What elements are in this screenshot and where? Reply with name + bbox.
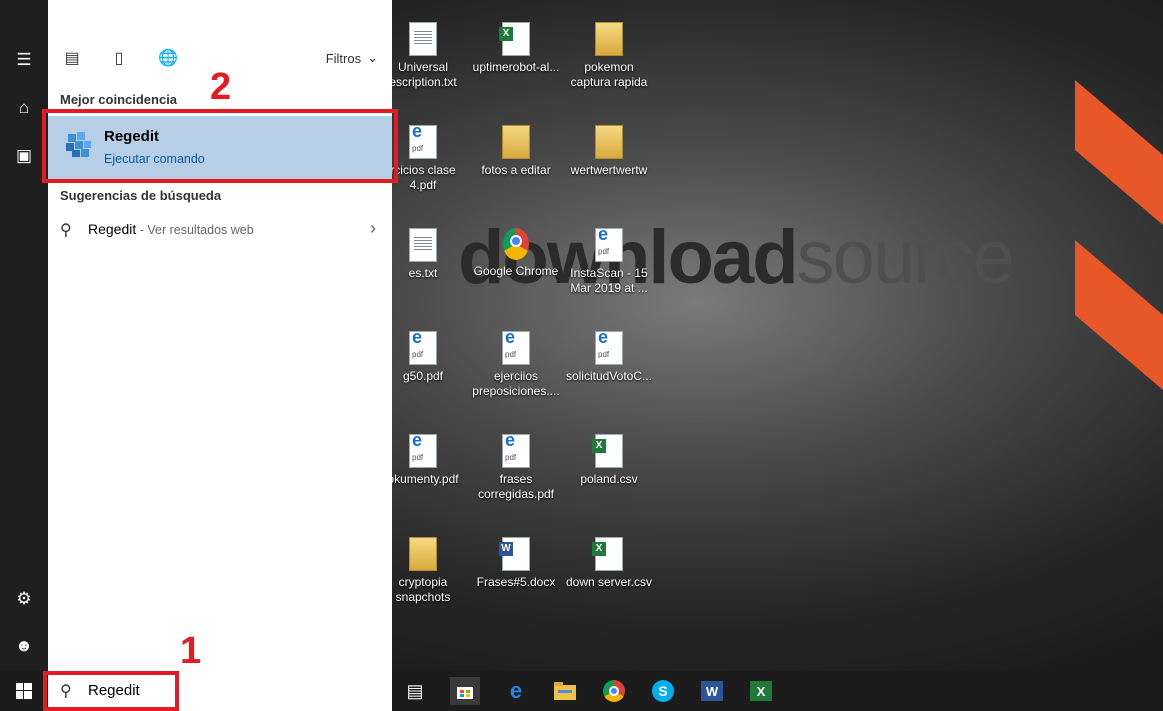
suggestion-term: Regedit xyxy=(88,221,137,237)
edge-icon[interactable]: e xyxy=(501,677,531,705)
start-left-rail: ☰ ⌂ ▣ ⚙ ☻ xyxy=(0,30,48,671)
suggestion-text: Regedit - Ver resultados web xyxy=(88,221,254,237)
desktop-icon[interactable]: Google Chrome xyxy=(471,228,561,279)
desktop-icon[interactable]: e pdf solicitudVotoC... xyxy=(564,328,654,384)
desktop-icon[interactable]: e pdf InstaScan - 15 Mar 2019 at ... xyxy=(564,225,654,296)
desktop-icon[interactable]: Xpoland.csv xyxy=(564,434,654,487)
doc-file-icon xyxy=(409,228,437,262)
desktop-icon-label: poland.csv xyxy=(580,472,638,486)
pdf-file-icon: e pdf xyxy=(409,328,437,365)
file-explorer-icon[interactable] xyxy=(550,677,580,705)
desktop-icon[interactable]: wertwertwertw xyxy=(564,125,654,178)
annotation-number-1: 1 xyxy=(180,630,202,672)
desktop-icon[interactable]: W Frases#5.docx xyxy=(471,537,561,590)
annotation-box-search xyxy=(43,671,179,711)
pdf-file-icon: e pdf xyxy=(595,225,623,262)
documents-filter-icon[interactable]: ▯ xyxy=(109,48,129,68)
pdf-file-icon: e pdf xyxy=(409,122,437,159)
home-icon[interactable]: ⌂ xyxy=(0,84,48,132)
suggestions-title: Sugerencias de búsqueda xyxy=(60,188,222,203)
excel-icon[interactable]: X xyxy=(746,677,776,705)
task-view-icon[interactable]: ▤ xyxy=(400,677,430,705)
chevron-down-icon: ⌄ xyxy=(367,50,378,65)
word-icon[interactable]: W xyxy=(697,677,727,705)
desktop-icon[interactable]: e pdf frases corregidas.pdf xyxy=(471,431,561,502)
xls-file-icon: X xyxy=(592,434,623,468)
desktop-icon-label: Frases#5.docx xyxy=(476,575,556,589)
hamburger-icon[interactable]: ☰ xyxy=(0,36,48,84)
xls-file-icon: X xyxy=(592,537,623,571)
desktop-icon-label: solicitudVotoC... xyxy=(565,369,653,383)
desktop-icon-label: ejerciios preposiciones.... xyxy=(472,369,560,398)
search-icon: ⚲ xyxy=(60,222,72,239)
desktop-icon-label: down server.csv xyxy=(565,575,653,589)
web-filter-icon[interactable]: 🌐 xyxy=(158,48,178,68)
annotation-box-best-match xyxy=(42,109,398,183)
desktop-icon[interactable]: e pdf ejerciios preposiciones.... xyxy=(471,328,561,399)
desktop-icon[interactable]: Xdown server.csv xyxy=(564,537,654,590)
user-icon[interactable]: ☻ xyxy=(0,622,48,670)
panel-top xyxy=(48,0,392,30)
settings-icon[interactable]: ⚙ xyxy=(0,575,48,623)
desktop-icon[interactable]: Xuptimerobot-al... xyxy=(471,22,561,75)
desktop-icon-label: frases corregidas.pdf xyxy=(477,472,555,501)
desktop-icon-label: Google Chrome xyxy=(473,264,559,278)
desktop-icon-label: fotos a editar xyxy=(481,163,551,177)
pdf-file-icon: e pdf xyxy=(409,431,437,468)
pdf-file-icon: e pdf xyxy=(502,431,530,468)
annotation-number-2: 2 xyxy=(210,66,232,108)
desktop-icon-label: InstaScan - 15 Mar 2019 at ... xyxy=(570,266,648,295)
store-icon[interactable] xyxy=(450,677,480,705)
chevron-right-icon[interactable]: › xyxy=(370,218,376,239)
web-suggestion-item[interactable]: ⚲ Regedit - Ver resultados web › xyxy=(48,214,392,246)
best-match-title: Mejor coincidencia xyxy=(60,92,178,107)
folder-file-icon xyxy=(409,537,437,571)
desktop-icon-label: pokemon captura rapida xyxy=(570,60,648,89)
word-file-icon: W xyxy=(499,537,530,571)
filters-label: Filtros xyxy=(325,50,362,66)
desktop-icon-label: uptimerobot-al... xyxy=(472,60,560,74)
xls-file-icon: X xyxy=(499,22,530,56)
desktop-icon[interactable]: pokemon captura rapida xyxy=(564,22,654,90)
desktop-icon-label: wertwertwertw xyxy=(570,163,648,177)
desktop-icon[interactable]: fotos a editar xyxy=(471,125,561,178)
folder-file-icon xyxy=(502,125,530,159)
start-button[interactable] xyxy=(0,671,48,711)
rail-top xyxy=(0,0,48,30)
folder-file-icon xyxy=(595,125,623,159)
chrome-file-icon xyxy=(503,228,529,260)
chrome-icon[interactable] xyxy=(599,677,629,705)
skype-icon[interactable]: S xyxy=(648,677,678,705)
apps-filter-icon[interactable]: ▤ xyxy=(62,48,82,68)
orange-chevron-graphic xyxy=(1075,80,1163,390)
filters-dropdown[interactable]: Filtros ⌄ xyxy=(326,50,378,66)
folder-file-icon xyxy=(595,22,623,56)
windows-logo-icon xyxy=(16,683,32,699)
pdf-file-icon: e pdf xyxy=(502,328,530,365)
doc-file-icon xyxy=(409,22,437,56)
pdf-file-icon: e pdf xyxy=(595,328,623,365)
suggestion-suffix: - Ver resultados web xyxy=(136,223,254,237)
documents-icon[interactable]: ▣ xyxy=(0,132,48,180)
